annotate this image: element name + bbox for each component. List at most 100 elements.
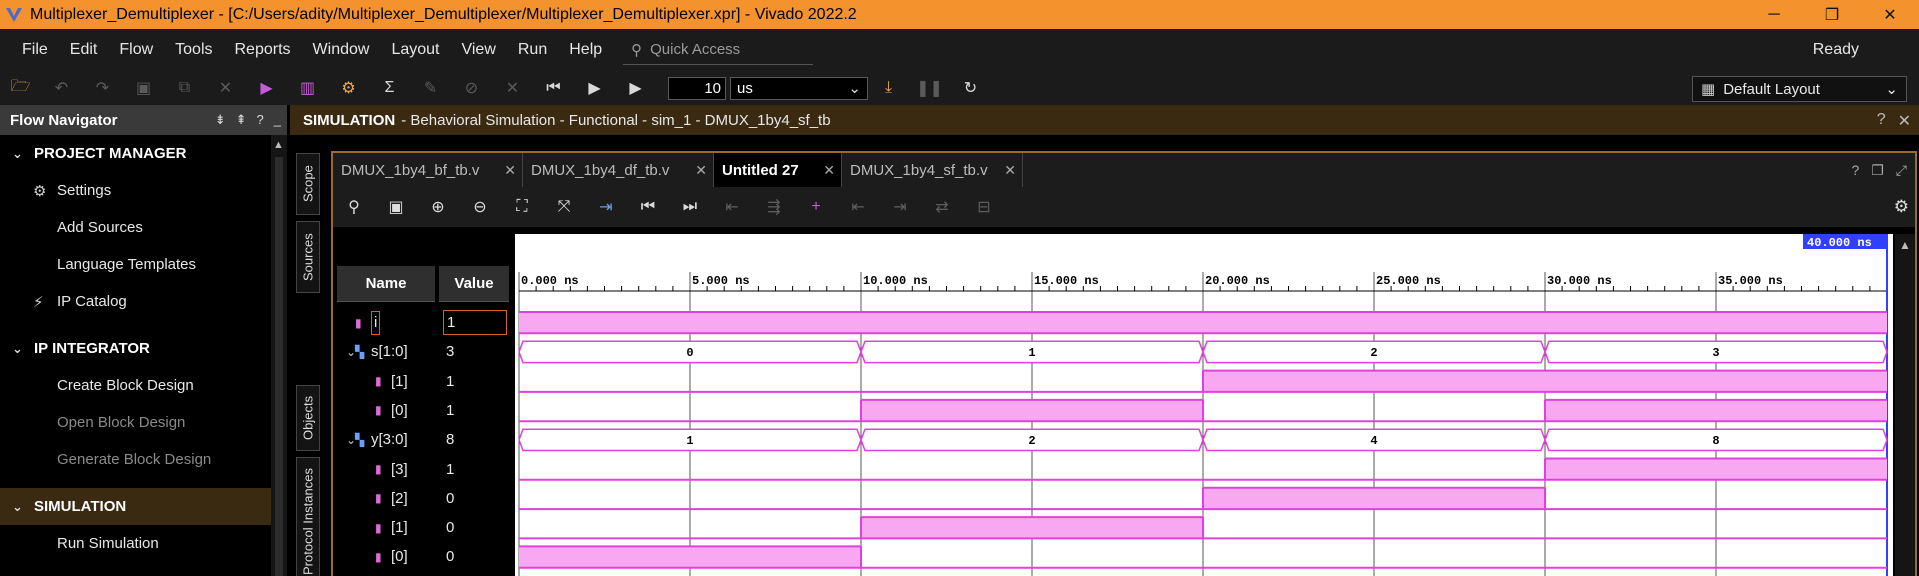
menu-window[interactable]: Window	[302, 41, 381, 59]
pause-icon[interactable]: ❚❚	[909, 73, 950, 103]
signal-name-row[interactable]: ▮ [0]	[337, 396, 435, 425]
next-transition-icon[interactable]: ⇶	[753, 197, 795, 217]
maximize-icon[interactable]: ⤢	[1896, 162, 1907, 179]
auto-connect-icon[interactable]: ✎	[410, 73, 451, 103]
tab-scope[interactable]: Scope	[296, 153, 320, 215]
signal-name-row[interactable]: ▮ [2]	[337, 484, 435, 513]
nav-open-block-design[interactable]: Open Block Design	[0, 404, 271, 441]
signal-name-row[interactable]: ⌄ ▚ s[1:0]	[337, 337, 435, 366]
gear-icon[interactable]: ⚙	[1894, 197, 1909, 217]
section-simulation[interactable]: ⌄ SIMULATION	[0, 488, 271, 525]
close-icon[interactable]: ✕	[504, 162, 516, 179]
program-icon[interactable]: ▥	[287, 73, 328, 103]
open-project-icon[interactable]: 🗁	[0, 73, 41, 103]
menu-flow[interactable]: Flow	[108, 41, 164, 59]
close-icon[interactable]: ✕	[695, 162, 707, 179]
signal-name-row[interactable]: ▮ [1]	[337, 367, 435, 396]
search-icon[interactable]: ⚲	[333, 197, 375, 217]
float-icon[interactable]: ❐	[1871, 162, 1884, 179]
copy-icon[interactable]: ⧉	[164, 73, 205, 103]
go-to-cursor-icon[interactable]: ⇥	[585, 197, 627, 217]
step-icon[interactable]: ⤓	[868, 73, 909, 103]
close-icon[interactable]: ✕	[1004, 162, 1016, 179]
wave-scrollbar[interactable]: ▲	[1895, 234, 1915, 576]
waveform-canvas[interactable]: 0.000 ns 5.000 ns 10.000 ns 15.000 ns 20.000…	[515, 234, 1893, 576]
scroll-up-icon[interactable]: ▲	[273, 139, 284, 151]
help-icon[interactable]: ?	[257, 112, 264, 128]
flow-navigator-scrollbar[interactable]: ▲	[271, 135, 287, 576]
menu-reports[interactable]: Reports	[224, 41, 302, 59]
quick-access-search[interactable]: ⚲ Quick Access	[623, 35, 814, 65]
tab-dmux-bf-tb[interactable]: DMUX_1by4_bf_tb.v ✕	[333, 153, 523, 187]
save-icon[interactable]: ▣	[375, 197, 417, 217]
section-project-manager[interactable]: ⌄ PROJECT MANAGER	[0, 135, 271, 172]
signal-name-row[interactable]: ▮ i	[337, 308, 435, 337]
menu-file[interactable]: File	[0, 41, 59, 59]
menu-layout[interactable]: Layout	[380, 41, 450, 59]
cancel-icon[interactable]: ✕	[492, 73, 533, 103]
collapse-all-icon[interactable]: ⇟	[215, 112, 226, 128]
signal-name-row[interactable]: ⌄ ▚ y[3:0]	[337, 425, 435, 454]
nav-add-sources[interactable]: Add Sources	[0, 209, 271, 246]
minimize-panel-icon[interactable]: _	[274, 112, 281, 128]
settings-icon[interactable]: ⚙	[328, 73, 369, 103]
zoom-in-icon[interactable]: ⊕	[417, 197, 459, 217]
tab-protocol-instances[interactable]: Protocol Instances	[296, 457, 320, 576]
restore-button[interactable]: ❐	[1803, 0, 1861, 29]
nav-language-templates[interactable]: Language Templates	[0, 246, 271, 283]
menu-edit[interactable]: Edit	[59, 41, 109, 59]
scroll-up-icon[interactable]: ▲	[1899, 238, 1911, 252]
tab-sources[interactable]: Sources	[296, 221, 320, 293]
close-icon[interactable]: ✕	[1898, 111, 1911, 131]
next-marker-icon[interactable]: ⇥	[879, 197, 921, 217]
go-to-end-icon[interactable]: ⏭	[669, 198, 711, 216]
nav-generate-block-design[interactable]: Generate Block Design	[0, 441, 271, 478]
snap-icon[interactable]: ⊟	[963, 197, 1005, 217]
run-all-icon[interactable]: ▶	[574, 73, 615, 103]
run-for-icon[interactable]: ▶	[615, 73, 656, 103]
close-button[interactable]: ✕	[1861, 0, 1919, 29]
menu-tools[interactable]: Tools	[164, 41, 223, 59]
close-icon[interactable]: ✕	[823, 162, 835, 179]
tab-objects[interactable]: Objects	[296, 385, 320, 451]
layout-select[interactable]: ▦ Default Layout ⌄	[1692, 76, 1907, 102]
waveform-area[interactable]: 0.000 ns 5.000 ns 10.000 ns 15.000 ns 20.000…	[515, 234, 1893, 576]
prev-marker-icon[interactable]: ⇤	[837, 197, 879, 217]
prev-transition-icon[interactable]: ⇤	[711, 197, 753, 217]
restart-icon[interactable]: ⏮	[533, 73, 574, 103]
zoom-fit-icon[interactable]: ⛶	[501, 198, 543, 216]
signal-name-row[interactable]: ▮ [1]	[337, 513, 435, 542]
menu-help[interactable]: Help	[558, 41, 613, 59]
nav-create-block-design[interactable]: Create Block Design	[0, 367, 271, 404]
undo-icon[interactable]: ↶	[41, 73, 82, 103]
minimize-button[interactable]: ─	[1745, 0, 1803, 29]
section-ip-integrator[interactable]: ⌄ IP INTEGRATOR	[0, 330, 271, 367]
run-time-input[interactable]: 10	[668, 76, 726, 100]
relaunch-icon[interactable]: ↻	[950, 73, 991, 103]
signal-name-row[interactable]: ▮ [0]	[337, 542, 435, 571]
menu-run[interactable]: Run	[507, 41, 558, 59]
sigma-icon[interactable]: Σ	[369, 73, 410, 103]
zoom-out-icon[interactable]: ⊖	[459, 197, 501, 217]
nav-settings[interactable]: ⚙ Settings	[0, 172, 271, 209]
signal-name-row[interactable]: ▮ [3]	[337, 455, 435, 484]
help-icon[interactable]: ?	[1877, 111, 1886, 131]
expand-all-icon[interactable]: ⇞	[236, 112, 247, 128]
delete-icon[interactable]: ✕	[205, 73, 246, 103]
redo-icon[interactable]: ↷	[82, 73, 123, 103]
go-to-start-icon[interactable]: ⏮	[627, 198, 669, 216]
swap-cursors-icon[interactable]: ⇄	[921, 197, 963, 217]
disable-icon[interactable]: ⊘	[451, 73, 492, 103]
run-icon[interactable]: ▶	[246, 73, 287, 103]
zoom-to-cursor-icon[interactable]: ⤧	[543, 198, 585, 216]
time-unit-select[interactable]: us ⌄	[730, 76, 868, 100]
tab-untitled-27[interactable]: Untitled 27 ✕	[714, 153, 842, 187]
tab-dmux-df-tb[interactable]: DMUX_1by4_df_tb.v ✕	[523, 153, 714, 187]
nav-ip-catalog[interactable]: ⚡ IP Catalog	[0, 283, 271, 320]
menu-view[interactable]: View	[450, 41, 506, 59]
tab-dmux-sf-tb[interactable]: DMUX_1by4_sf_tb.v ✕	[842, 153, 1023, 187]
scroll-thumb[interactable]	[275, 157, 283, 576]
nav-run-simulation[interactable]: Run Simulation	[0, 525, 271, 562]
save-icon[interactable]: ▣	[123, 73, 164, 103]
help-icon[interactable]: ?	[1851, 162, 1859, 179]
